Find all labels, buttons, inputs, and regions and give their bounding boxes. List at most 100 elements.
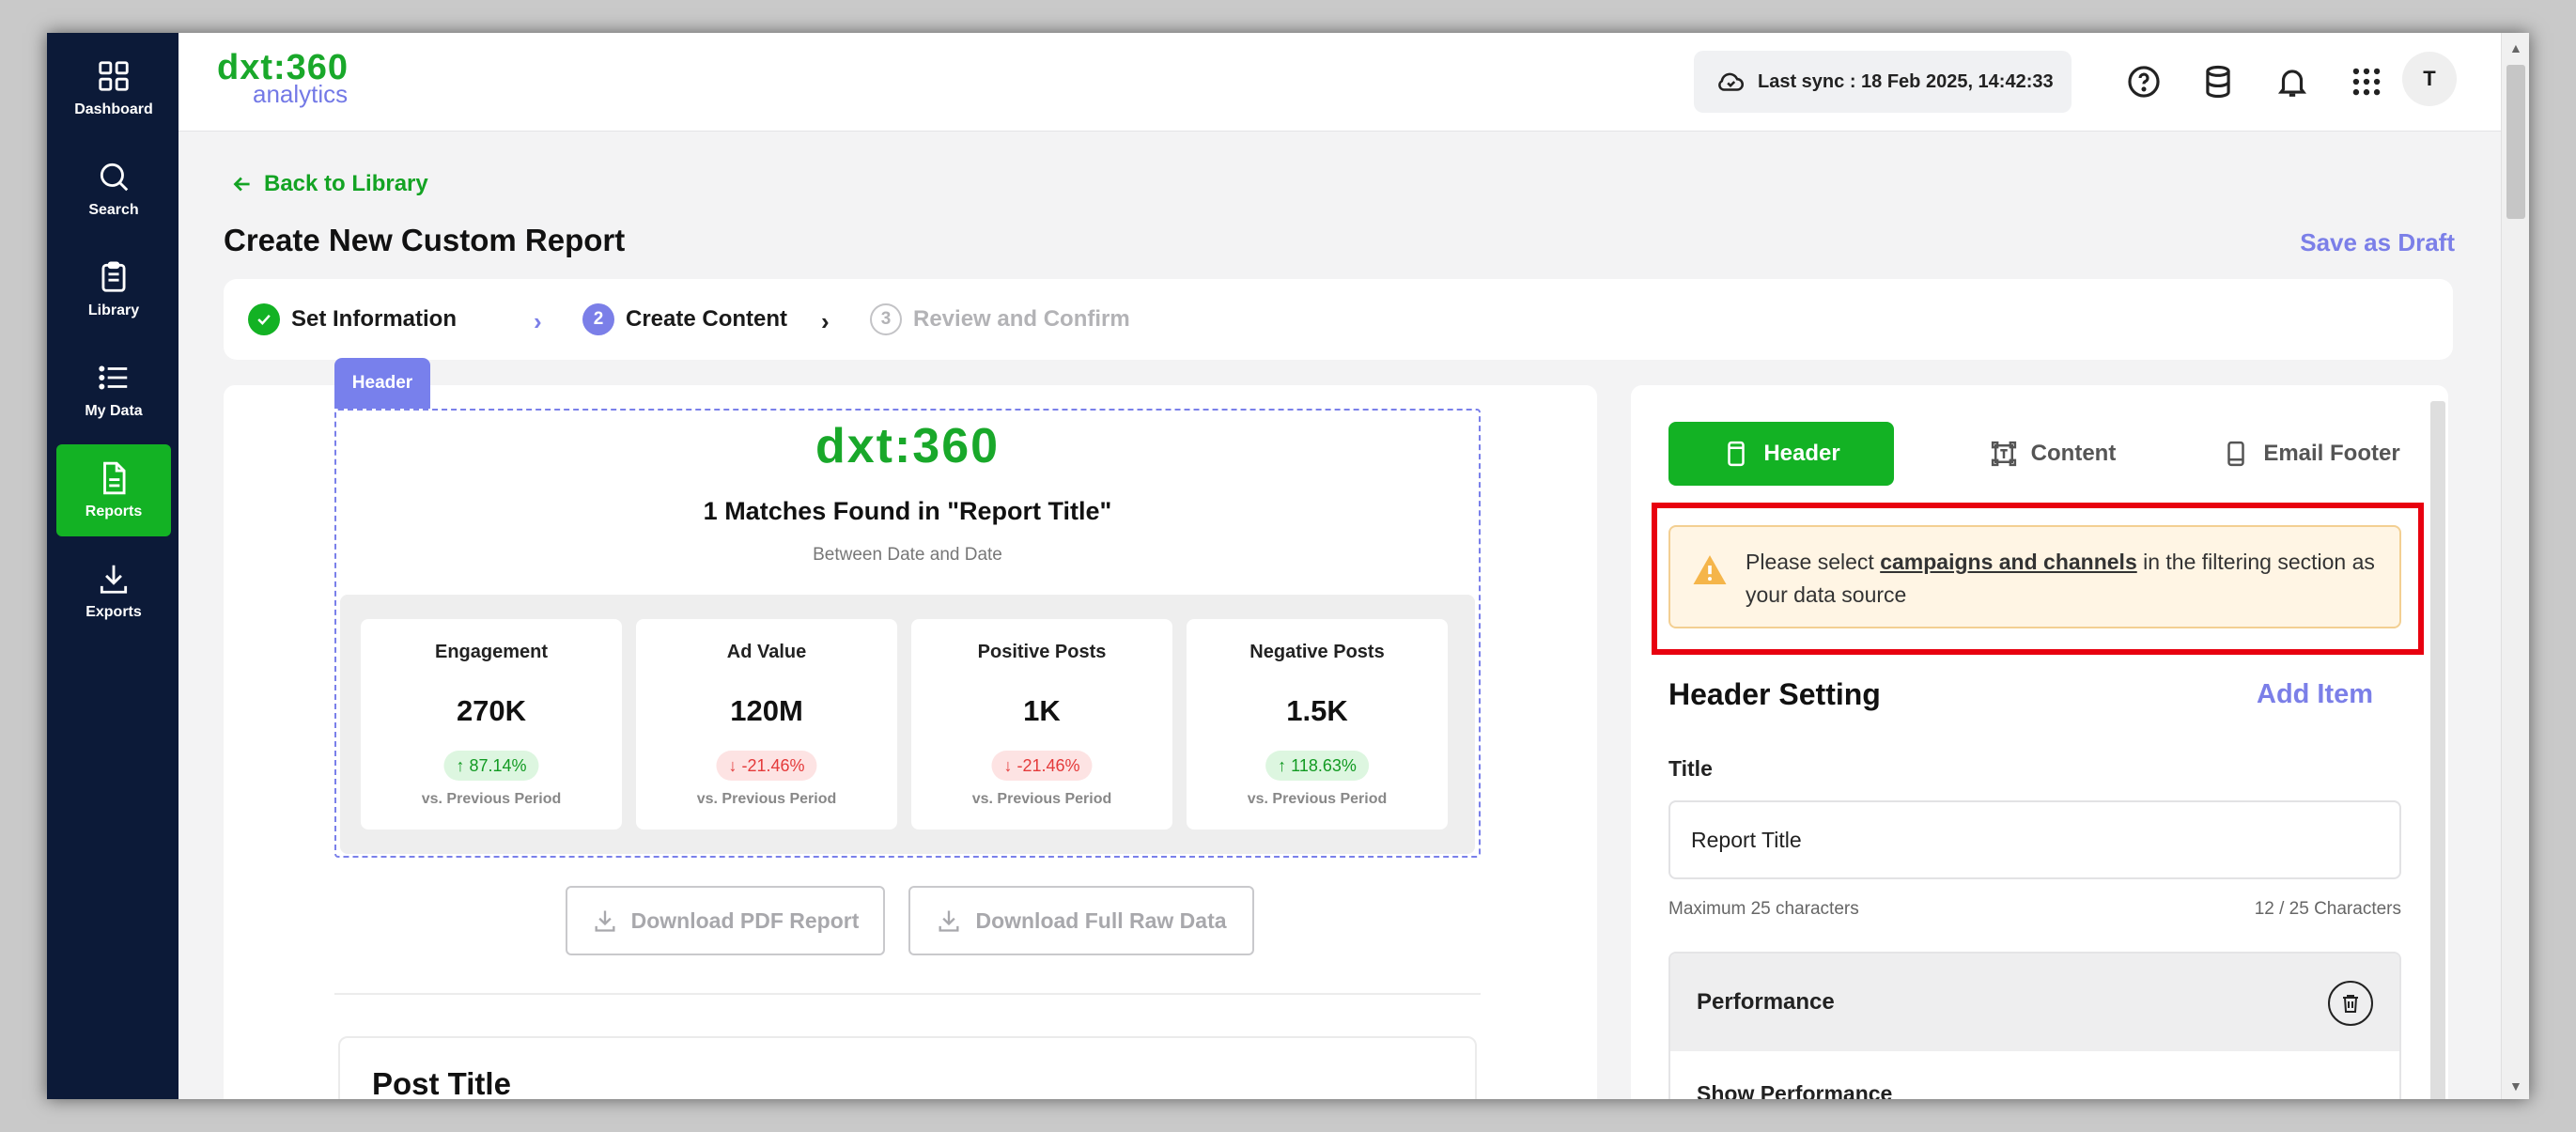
- download-icon: [939, 910, 959, 932]
- button-label: Download Full Raw Data: [975, 907, 1227, 933]
- step-create-content[interactable]: 2 Create Content: [582, 279, 787, 360]
- tab-header[interactable]: Header: [1668, 422, 1894, 486]
- kpi-change-badge: ↓ -21.46%: [991, 751, 1093, 781]
- download-full-raw-data-button[interactable]: Download Full Raw Data: [908, 886, 1254, 955]
- window-scrollbar[interactable]: ▲ ▼: [2501, 33, 2529, 1099]
- stepper: Set Information › 2 Create Content › 3 R…: [224, 279, 2453, 360]
- kpi-label: Positive Posts: [977, 642, 1107, 662]
- app-logo[interactable]: dxt:360 analytics: [217, 50, 349, 106]
- help-icon[interactable]: [2126, 64, 2162, 100]
- last-sync-text: Last sync : 18 Feb 2025, 14:42:33: [1758, 70, 2054, 92]
- search-icon: [100, 163, 129, 192]
- top-bar: dxt:360 analytics Last sync : 18 Feb 202…: [178, 33, 2529, 132]
- step-number: 3: [870, 303, 902, 335]
- scrollbar-thumb[interactable]: [2506, 65, 2525, 219]
- kpi-change-badge: ↑ 118.63%: [1265, 751, 1369, 781]
- document-icon: [103, 461, 126, 495]
- cloud-sync-icon: [1718, 72, 1744, 91]
- kpi-period: vs. Previous Period: [421, 791, 562, 807]
- kpi-label: Negative Posts: [1249, 642, 1385, 662]
- sidebar-item-label: Exports: [85, 604, 142, 620]
- back-to-library-link[interactable]: Back to Library: [230, 171, 428, 197]
- sidebar-item-my-data[interactable]: My Data: [56, 344, 171, 436]
- kpi-period: vs. Previous Period: [1247, 791, 1388, 807]
- sidebar-item-label: Dashboard: [74, 101, 153, 117]
- step-label: Create Content: [626, 306, 788, 332]
- check-icon: [248, 303, 280, 335]
- download-pdf-report-button[interactable]: Download PDF Report: [566, 886, 885, 955]
- settings-scrollbar[interactable]: [2430, 401, 2445, 1099]
- app-window: Dashboard Search Library My Data Reports…: [47, 33, 2529, 1099]
- chevron-right-icon: ›: [534, 307, 542, 335]
- kpi-value: 1.5K: [1286, 694, 1348, 727]
- step-number: 2: [582, 303, 614, 335]
- step-set-information[interactable]: Set Information: [248, 279, 457, 360]
- scroll-down-arrow-icon[interactable]: ▼: [2509, 1078, 2522, 1093]
- show-performance-label: Show Performance: [1697, 1081, 1893, 1099]
- report-header-preview[interactable]: dxt:360 1 Matches Found in "Report Title…: [334, 409, 1481, 858]
- sidebar-item-search[interactable]: Search: [56, 143, 171, 235]
- sidebar-item-dashboard[interactable]: Dashboard: [56, 42, 171, 134]
- tab-email-footer[interactable]: Email Footer: [2189, 422, 2433, 486]
- step-label: Set Information: [291, 306, 458, 332]
- report-header-title: 1 Matches Found in "Report Title": [703, 497, 1112, 525]
- title-input[interactable]: Report Title: [1668, 800, 2401, 879]
- kpi-period: vs. Previous Period: [971, 791, 1112, 807]
- apps-grid-icon[interactable]: [2349, 64, 2384, 100]
- scroll-up-arrow-icon[interactable]: ▲: [2509, 40, 2522, 55]
- arrow-down-icon: ↓: [728, 755, 742, 775]
- kpi-card-ad-value: Ad Value 120M ↓ -21.46% vs. Previous Per…: [636, 619, 897, 830]
- header-setting-title: Header Setting: [1668, 677, 1881, 711]
- arrow-up-icon: ↑: [456, 755, 470, 775]
- divider: [334, 993, 1481, 995]
- trash-icon: [2343, 995, 2358, 1013]
- report-logo: dxt:360: [815, 419, 1001, 473]
- kpi-label: Engagement: [434, 642, 549, 662]
- sidebar-item-exports[interactable]: Exports: [56, 545, 171, 637]
- kpi-card-engagement: Engagement 270K ↑ 87.14% vs. Previous Pe…: [361, 619, 622, 830]
- sidebar-item-reports[interactable]: Reports: [56, 444, 171, 536]
- kpi-value: 120M: [730, 694, 803, 727]
- logo-sub: analytics: [253, 80, 349, 108]
- performance-header: Performance: [1670, 954, 2399, 1051]
- text-frame-icon: [1991, 441, 2016, 467]
- tab-content[interactable]: Content: [1945, 422, 2161, 486]
- avatar[interactable]: T: [2402, 52, 2457, 106]
- add-item-button[interactable]: Add Item: [2257, 679, 2373, 710]
- sidebar-item-label: Reports: [85, 504, 143, 519]
- kpi-change-badge: ↓ -21.46%: [716, 751, 817, 781]
- back-label: Back to Library: [264, 171, 428, 196]
- step-review-and-confirm[interactable]: 3 Review and Confirm: [870, 279, 1130, 360]
- sidebar-item-label: My Data: [85, 403, 143, 419]
- report-header-subtitle: Between Date and Date: [813, 545, 1002, 565]
- download-icon: [100, 565, 128, 594]
- kpi-change-badge: ↑ 87.14%: [443, 751, 539, 781]
- kpi-value: 1K: [1023, 694, 1061, 727]
- clipboard-icon: [101, 261, 126, 292]
- post-title: Post Title: [372, 1066, 511, 1099]
- chevron-right-icon: ›: [821, 307, 830, 335]
- tab-label: Email Footer: [2263, 441, 2400, 466]
- save-as-draft-button[interactable]: Save as Draft: [2300, 228, 2455, 257]
- performance-section: Performance Show Performance: [1668, 952, 2401, 1099]
- kpi-label: Ad Value: [726, 642, 807, 662]
- kpi-card-negative-posts: Negative Posts 1.5K ↑ 118.63% vs. Previo…: [1187, 619, 1448, 830]
- post-card[interactable]: Post Title: [338, 1036, 1477, 1099]
- bell-icon[interactable]: [2274, 64, 2310, 100]
- delete-performance-button[interactable]: [2328, 981, 2373, 1026]
- kpi-card-positive-posts: Positive Posts 1K ↓ -21.46% vs. Previous…: [911, 619, 1172, 830]
- kpi-value: 270K: [456, 694, 527, 727]
- kpi-period: vs. Previous Period: [696, 791, 837, 807]
- step-label: Review and Confirm: [913, 306, 1130, 332]
- highlight-box: [1652, 503, 2424, 655]
- last-sync-badge: Last sync : 18 Feb 2025, 14:42:33: [1694, 51, 2072, 113]
- grid-icon: [99, 61, 129, 91]
- database-icon[interactable]: [2200, 64, 2236, 100]
- arrow-left-icon: [233, 177, 250, 192]
- mobile-footer-icon: [2227, 441, 2245, 467]
- title-max-hint: Maximum 25 characters: [1668, 899, 1859, 919]
- arrow-up-icon: ↑: [1278, 755, 1292, 775]
- arrow-down-icon: ↓: [1003, 755, 1017, 775]
- sidebar-item-library[interactable]: Library: [56, 243, 171, 335]
- sidebar-item-label: Library: [87, 302, 140, 318]
